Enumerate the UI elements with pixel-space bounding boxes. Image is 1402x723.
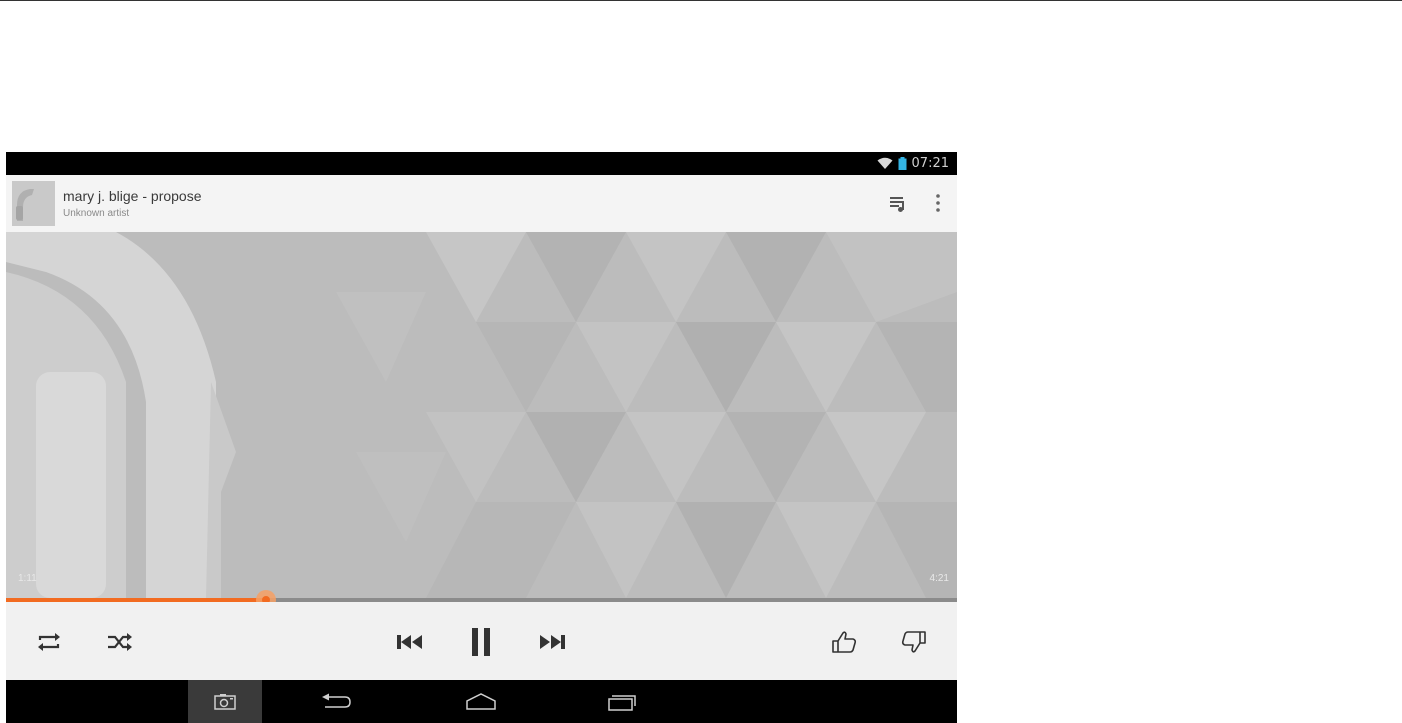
playback-controls [6,602,957,680]
track-title: mary j. blige - propose [63,188,202,204]
status-clock: 07:21 [911,156,949,171]
queue-icon[interactable] [887,192,909,214]
album-art [6,232,957,598]
recents-icon[interactable] [591,680,651,723]
back-icon[interactable] [306,680,366,723]
system-navigation-bar [6,680,957,723]
device-screen: 07:21 mary j. blige - propose Unknown ar… [6,152,957,723]
total-duration: 4:21 [929,573,949,584]
shuffle-icon[interactable] [102,624,138,660]
status-icons: 07:21 [877,155,949,172]
elapsed-time: 1:11 [18,573,37,584]
top-divider [0,0,1402,1]
album-thumbnail[interactable] [12,181,55,226]
previous-icon[interactable] [392,624,428,660]
battery-icon [898,157,907,170]
pause-icon[interactable] [463,624,499,660]
screenshot-icon[interactable] [188,680,262,723]
status-bar: 07:21 [6,152,957,175]
wifi-icon [877,157,893,170]
track-artist: Unknown artist [63,208,130,219]
overflow-menu-icon[interactable] [931,191,945,215]
repeat-icon[interactable] [31,624,67,660]
now-playing-header: mary j. blige - propose Unknown artist [6,175,957,232]
thumbs-up-icon[interactable] [826,624,862,660]
next-icon[interactable] [534,624,570,660]
home-icon[interactable] [451,680,511,723]
thumbs-down-icon[interactable] [896,624,932,660]
